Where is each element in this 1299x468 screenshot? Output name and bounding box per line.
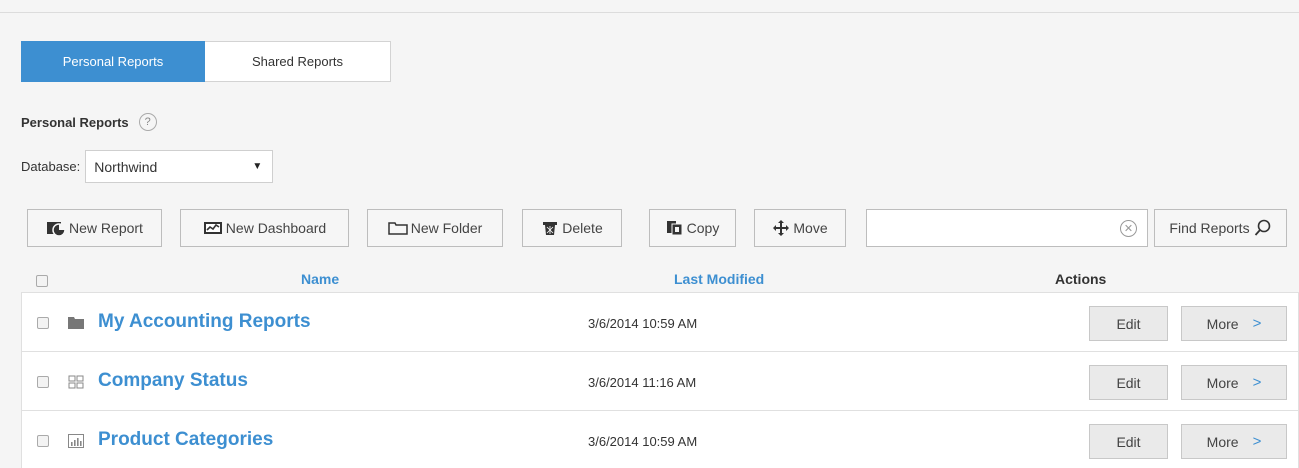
- copy-label: Copy: [686, 220, 720, 236]
- database-label: Database:: [21, 159, 81, 174]
- edit-button[interactable]: Edit: [1089, 306, 1168, 341]
- table-row: My Accounting Reports 3/6/2014 10:59 AM …: [21, 292, 1299, 351]
- table-row: Company Status 3/6/2014 11:16 AM Edit Mo…: [21, 351, 1299, 410]
- delete-button[interactable]: Delete: [522, 209, 622, 247]
- last-modified-cell: 3/6/2014 11:16 AM: [588, 375, 697, 390]
- delete-label: Delete: [562, 220, 603, 236]
- copy-icon: [666, 220, 684, 236]
- new-dashboard-icon: [203, 220, 223, 236]
- select-all-checkbox[interactable]: [36, 275, 48, 287]
- tab-personal-reports[interactable]: Personal Reports: [21, 41, 205, 82]
- find-reports-button[interactable]: Find Reports: [1154, 209, 1287, 247]
- caret-down-icon: ▼: [252, 161, 263, 172]
- column-header-name[interactable]: Name: [301, 271, 339, 287]
- report-name-link[interactable]: My Accounting Reports: [98, 311, 311, 333]
- help-icon[interactable]: ?: [138, 113, 157, 131]
- more-button[interactable]: More >: [1181, 306, 1287, 341]
- report-search-input[interactable]: ✕: [866, 209, 1148, 247]
- section-heading: Personal Reports ?: [21, 113, 157, 131]
- report-name-link[interactable]: Product Categories: [98, 429, 273, 451]
- more-label: More: [1206, 374, 1239, 391]
- copy-button[interactable]: Copy: [649, 209, 736, 247]
- new-folder-label: New Folder: [410, 220, 483, 236]
- report-icon: [68, 434, 84, 448]
- database-select-value: Northwind: [94, 158, 158, 175]
- table-row: Product Categories 3/6/2014 10:59 AM Edi…: [21, 410, 1299, 468]
- table-header: Name Last Modified Actions: [21, 268, 1299, 292]
- move-label: Move: [793, 220, 828, 236]
- top-divider: [0, 12, 1299, 13]
- report-name-link[interactable]: Company Status: [98, 370, 248, 392]
- clear-search-icon[interactable]: ✕: [1120, 220, 1137, 237]
- new-folder-button[interactable]: New Folder: [367, 209, 503, 247]
- report-tabs: Personal Reports Shared Reports: [21, 41, 391, 82]
- column-header-actions: Actions: [1055, 271, 1107, 287]
- tab-shared-reports[interactable]: Shared Reports: [205, 41, 391, 82]
- last-modified-cell: 3/6/2014 10:59 AM: [588, 434, 698, 449]
- more-button[interactable]: More >: [1181, 424, 1287, 459]
- new-report-label: New Report: [69, 220, 143, 236]
- more-button[interactable]: More >: [1181, 365, 1287, 400]
- move-button[interactable]: Move: [754, 209, 846, 247]
- page-title: Personal Reports: [21, 114, 129, 130]
- more-label: More: [1206, 433, 1239, 450]
- column-header-last-modified[interactable]: Last Modified: [674, 271, 764, 287]
- search-icon: [1254, 219, 1272, 237]
- database-selector-row: Database: Northwind ▼: [21, 150, 274, 183]
- row-checkbox[interactable]: [37, 376, 49, 388]
- trash-icon: [541, 220, 559, 236]
- more-label: More: [1206, 315, 1239, 332]
- report-list: My Accounting Reports 3/6/2014 10:59 AM …: [21, 292, 1299, 468]
- row-checkbox[interactable]: [37, 317, 49, 329]
- new-report-button[interactable]: New Report: [27, 209, 162, 247]
- edit-button[interactable]: Edit: [1089, 365, 1168, 400]
- find-reports-label: Find Reports: [1169, 220, 1250, 236]
- new-report-icon: [46, 220, 66, 236]
- chevron-right-icon: >: [1252, 374, 1262, 391]
- database-select[interactable]: Northwind ▼: [85, 150, 274, 183]
- dashboard-icon: [68, 375, 84, 389]
- edit-button[interactable]: Edit: [1089, 424, 1168, 459]
- folder-icon: [68, 316, 84, 330]
- row-checkbox[interactable]: [37, 435, 49, 447]
- new-dashboard-label: New Dashboard: [225, 220, 327, 236]
- new-dashboard-button[interactable]: New Dashboard: [180, 209, 349, 247]
- last-modified-cell: 3/6/2014 10:59 AM: [588, 316, 698, 331]
- chevron-right-icon: >: [1252, 315, 1262, 332]
- folder-outline-icon: [387, 220, 408, 236]
- move-arrows-icon: [772, 219, 790, 237]
- chevron-right-icon: >: [1252, 433, 1262, 450]
